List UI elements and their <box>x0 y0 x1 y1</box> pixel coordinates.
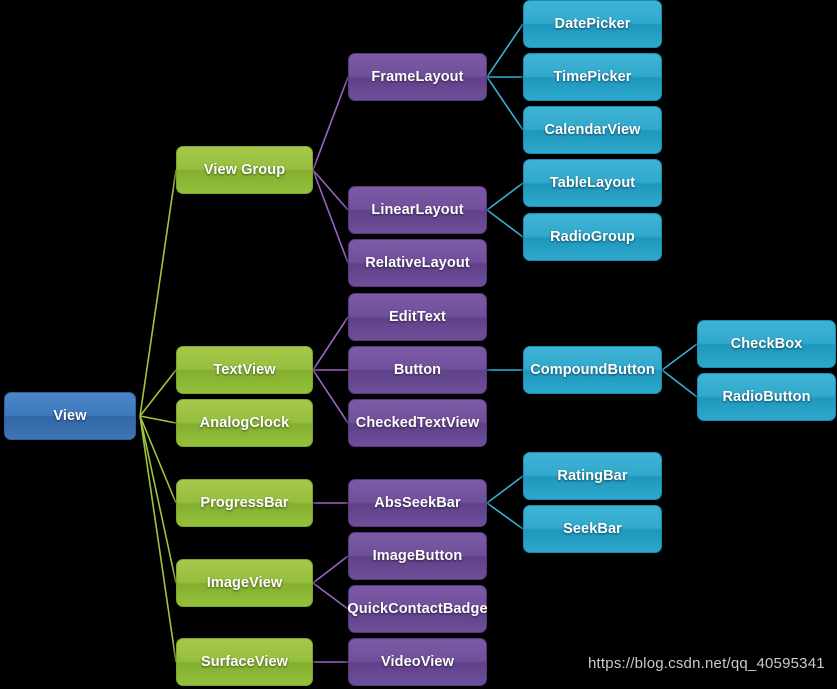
node-label: ImageButton <box>372 548 463 564</box>
node-linearlayout[interactable]: LinearLayout <box>348 186 487 234</box>
connector-line <box>312 169 349 211</box>
node-label: TextView <box>213 362 276 378</box>
node-seekbar[interactable]: SeekBar <box>523 505 662 553</box>
node-label: DatePicker <box>554 16 631 32</box>
connector-line <box>139 415 177 584</box>
node-framelayout[interactable]: FrameLayout <box>348 53 487 101</box>
node-label: RelativeLayout <box>365 255 470 271</box>
node-label: CompoundButton <box>530 362 655 378</box>
connector-line <box>312 76 349 171</box>
node-radiogroup[interactable]: RadioGroup <box>523 213 662 261</box>
node-label: CalendarView <box>544 122 641 138</box>
connector-line <box>486 23 524 78</box>
node-view-group[interactable]: View Group <box>176 146 313 194</box>
node-label: EditText <box>389 309 446 325</box>
connector-line <box>312 316 349 371</box>
node-absseekbar[interactable]: AbsSeekBar <box>348 479 487 527</box>
connector-line <box>661 343 698 371</box>
node-label: Button <box>393 362 442 378</box>
connector-line <box>486 502 524 530</box>
connector-line <box>486 76 524 131</box>
connector-line <box>139 415 177 424</box>
node-label: LinearLayout <box>371 202 464 218</box>
node-label: SurfaceView <box>200 654 289 670</box>
node-label: ProgressBar <box>200 495 289 511</box>
node-label: RadioButton <box>722 389 811 405</box>
node-label: CheckBox <box>730 336 803 352</box>
node-view[interactable]: View <box>4 392 136 440</box>
node-checkbox[interactable]: CheckBox <box>697 320 836 368</box>
node-analogclock[interactable]: AnalogClock <box>176 399 313 447</box>
connector-line <box>486 475 524 504</box>
connector-line <box>486 209 524 238</box>
node-label: CheckedTextView <box>355 415 480 431</box>
connector-line <box>312 169 349 264</box>
node-timepicker[interactable]: TimePicker <box>523 53 662 101</box>
node-label: AnalogClock <box>199 415 290 431</box>
node-checkedtextview[interactable]: CheckedTextView <box>348 399 487 447</box>
node-radiobutton[interactable]: RadioButton <box>697 373 836 421</box>
connector-line <box>312 369 349 424</box>
node-textview[interactable]: TextView <box>176 346 313 394</box>
node-videoview[interactable]: VideoView <box>348 638 487 686</box>
diagram-canvas: View View Group TextView AnalogClock Progres… <box>0 0 837 689</box>
node-quickcontactbadge[interactable]: QuickContactBadge <box>347 585 488 633</box>
connector-line <box>139 169 177 417</box>
node-label: TableLayout <box>549 175 636 191</box>
node-imagebutton[interactable]: ImageButton <box>348 532 487 580</box>
connector-line <box>312 555 349 584</box>
watermark-text: https://blog.csdn.net/qq_40595341 <box>588 655 825 672</box>
node-calendarview[interactable]: CalendarView <box>523 106 662 154</box>
node-label: TimePicker <box>553 69 632 85</box>
connector-line <box>139 415 177 504</box>
node-ratingbar[interactable]: RatingBar <box>523 452 662 500</box>
node-button[interactable]: Button <box>348 346 487 394</box>
node-label: QuickContactBadge <box>347 601 488 617</box>
node-label: View Group <box>203 162 286 178</box>
node-tablelayout[interactable]: TableLayout <box>523 159 662 207</box>
node-compoundbutton[interactable]: CompoundButton <box>523 346 662 394</box>
node-relativelayout[interactable]: RelativeLayout <box>348 239 487 287</box>
connector-line <box>312 582 349 610</box>
connector-line <box>486 182 524 211</box>
node-label: ImageView <box>206 575 283 591</box>
connector-line <box>139 415 177 663</box>
node-label: RatingBar <box>557 468 628 484</box>
node-imageview[interactable]: ImageView <box>176 559 313 607</box>
connector-line <box>661 369 698 398</box>
node-label: RadioGroup <box>550 229 635 245</box>
node-label: View <box>53 408 87 424</box>
node-progressbar[interactable]: ProgressBar <box>176 479 313 527</box>
node-datepicker[interactable]: DatePicker <box>523 0 662 48</box>
node-label: VideoView <box>381 654 454 670</box>
node-label: SeekBar <box>563 521 622 537</box>
node-label: AbsSeekBar <box>374 495 461 511</box>
node-surfaceview[interactable]: SurfaceView <box>176 638 313 686</box>
connector-line <box>139 369 177 417</box>
node-label: FrameLayout <box>371 69 464 85</box>
node-edittext[interactable]: EditText <box>348 293 487 341</box>
